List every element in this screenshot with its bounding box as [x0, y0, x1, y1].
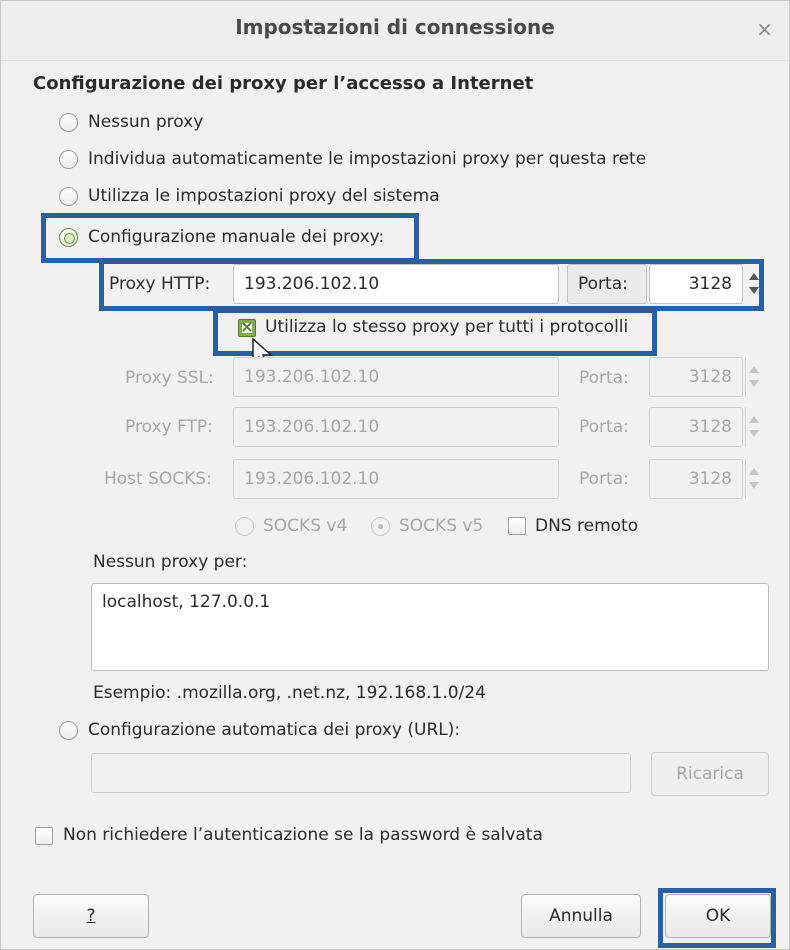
http-proxy-label: Proxy HTTP:	[109, 274, 211, 294]
radio-socks-v4[interactable]	[235, 517, 254, 536]
reload-button[interactable]: Ricarica	[651, 752, 769, 796]
http-port-label: Porta:	[567, 264, 647, 304]
no-proxy-example-text: Esempio: .mozilla.org, .net.nz, 192.168.…	[93, 683, 486, 703]
close-icon[interactable]: ×	[756, 17, 773, 41]
ssl-proxy-input[interactable]: 193.206.102.10	[233, 357, 559, 397]
radio-manual-proxy-label: Configurazione manuale dei proxy:	[88, 227, 385, 247]
radio-auto-config-url-label: Configurazione automatica dei proxy (URL…	[88, 720, 461, 740]
socks-v5-label: SOCKS v5	[399, 516, 484, 536]
radio-system-proxy[interactable]	[59, 187, 78, 206]
dns-remote-label: DNS remoto	[535, 516, 639, 536]
radio-socks-v5[interactable]	[371, 517, 390, 536]
no-auth-prompt-checkbox[interactable]	[35, 827, 53, 845]
radio-manual-proxy[interactable]	[59, 228, 78, 247]
radio-no-proxy[interactable]	[59, 113, 78, 132]
help-button-label: ?	[86, 906, 96, 926]
ok-button[interactable]: OK	[665, 894, 771, 938]
http-proxy-input[interactable]: 193.206.102.10	[233, 264, 559, 304]
ssl-port-stepper[interactable]	[745, 357, 763, 397]
radio-auto-detect[interactable]	[59, 150, 78, 169]
ftp-port-label: Porta:	[579, 417, 629, 437]
radio-system-proxy-label: Utilizza le impostazioni proxy del siste…	[88, 186, 440, 206]
cancel-button[interactable]: Annulla	[521, 894, 641, 938]
dns-remote-checkbox[interactable]	[508, 517, 526, 535]
connection-settings-dialog: Impostazioni di connessione × Configuraz…	[0, 0, 790, 950]
ftp-proxy-label: Proxy FTP:	[125, 417, 213, 437]
ftp-port-stepper[interactable]	[745, 407, 763, 447]
http-port-input[interactable]: 3128	[649, 264, 743, 304]
ftp-port-input[interactable]: 3128	[649, 407, 743, 447]
socks-port-stepper[interactable]	[745, 459, 763, 499]
dialog-title: Impostazioni di connessione	[235, 15, 555, 39]
ssl-proxy-label: Proxy SSL:	[125, 368, 214, 388]
same-proxy-checkbox[interactable]	[238, 317, 256, 337]
no-proxy-for-label: Nessun proxy per:	[93, 552, 248, 572]
title-bar: Impostazioni di connessione ×	[1, 1, 789, 61]
section-title: Configurazione dei proxy per l’accesso a…	[33, 73, 534, 94]
radio-no-proxy-label: Nessun proxy	[88, 112, 204, 132]
ftp-proxy-input[interactable]: 193.206.102.10	[233, 407, 559, 447]
socks-host-label: Host SOCKS:	[104, 469, 212, 489]
http-port-stepper[interactable]	[745, 264, 763, 304]
same-proxy-label: Utilizza lo stesso proxy per tutti i pro…	[265, 317, 629, 337]
help-button[interactable]: ?	[33, 894, 149, 938]
socks-v4-label: SOCKS v4	[263, 516, 348, 536]
radio-auto-config-url[interactable]	[59, 721, 78, 740]
socks-port-label: Porta:	[579, 469, 629, 489]
auto-config-url-input[interactable]	[91, 753, 631, 793]
ssl-port-input[interactable]: 3128	[649, 357, 743, 397]
no-proxy-for-textarea[interactable]: localhost, 127.0.0.1	[91, 583, 769, 671]
radio-auto-detect-label: Individua automaticamente le impostazion…	[88, 149, 647, 169]
no-auth-prompt-label: Non richiedere l’autenticazione se la pa…	[63, 825, 543, 845]
socks-port-input[interactable]: 3128	[649, 459, 743, 499]
socks-host-input[interactable]: 193.206.102.10	[233, 459, 559, 499]
ssl-port-label: Porta:	[579, 368, 629, 388]
